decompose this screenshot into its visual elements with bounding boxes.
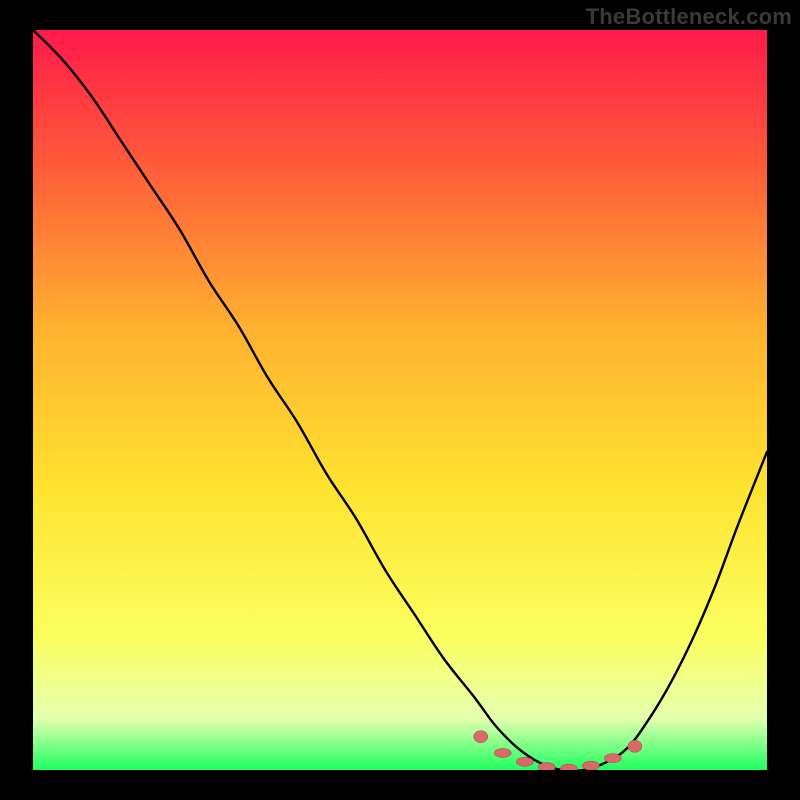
- watermark-text: TheBottleneck.com: [586, 4, 792, 30]
- marker-dot: [628, 740, 642, 752]
- marker-dot: [516, 757, 533, 766]
- plot-area: [33, 30, 767, 770]
- chart-frame: TheBottleneck.com: [0, 0, 800, 800]
- marker-dot: [604, 754, 621, 763]
- marker-dot: [474, 731, 488, 743]
- marker-dot: [538, 763, 555, 770]
- gradient-background: [33, 30, 767, 770]
- bottleneck-plot: [33, 30, 767, 770]
- marker-dot: [494, 748, 511, 757]
- marker-dot: [582, 761, 599, 770]
